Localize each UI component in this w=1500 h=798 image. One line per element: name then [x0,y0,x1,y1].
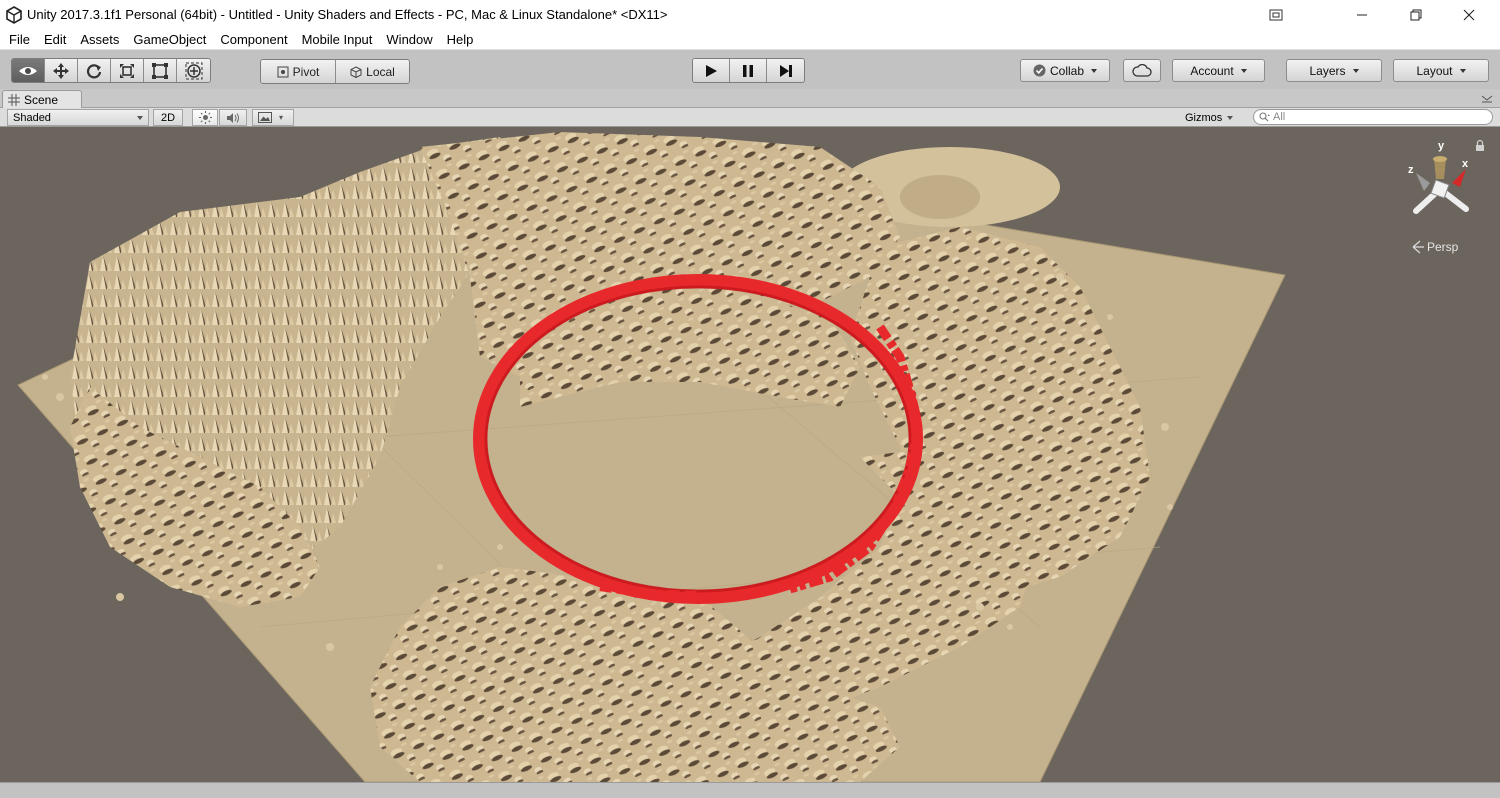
gizmos-dropdown[interactable]: Gizmos [1180,109,1243,126]
pivot-label: Pivot [292,64,320,79]
step-button[interactable] [767,59,804,82]
local-label: Local [366,64,395,79]
scene-viewport[interactable]: y x z Persp [0,127,1500,782]
local-button[interactable]: Local [336,60,409,83]
status-bar [0,782,1500,798]
window-menu-icon[interactable] [1253,0,1299,29]
play-button[interactable] [693,59,730,82]
scene-search-input[interactable]: All [1253,109,1493,125]
pause-button[interactable] [730,59,767,82]
layout-dropdown[interactable]: Layout [1393,59,1489,82]
layout-label: Layout [1416,63,1453,78]
menu-gameobject[interactable]: GameObject [126,32,213,47]
menu-mobile-input[interactable]: Mobile Input [295,32,380,47]
pause-icon [743,64,753,77]
tab-scene[interactable]: Scene [2,90,82,108]
hill-shadow [900,175,980,219]
scale-icon [120,63,134,78]
menu-bar: File Edit Assets GameObject Component Mo… [0,29,1500,49]
minimize-icon[interactable] [1339,0,1385,29]
eye-icon [19,66,37,75]
layers-dropdown[interactable]: Layers [1286,59,1382,82]
gizmo-y-label: y [1438,140,1445,152]
transform-tools [11,58,211,83]
speaker-icon [227,112,239,123]
projection-toggle[interactable]: Persp [1412,240,1459,254]
move-arrows-icon [53,62,69,79]
gizmos-label: Gizmos [1185,111,1223,124]
menu-edit[interactable]: Edit [37,32,73,47]
rotate-icon [86,63,102,78]
rect-tool-icon [152,62,168,79]
gizmo-lock-icon[interactable] [1476,139,1484,152]
shading-mode-dropdown[interactable]: Shaded [7,109,149,126]
menu-component[interactable]: Component [213,32,294,47]
sun-icon [198,111,212,124]
pivot-local-group: Pivot Local [260,59,410,84]
audio-toggle[interactable] [219,109,247,126]
scene-grid-icon [8,93,20,106]
projection-label: Persp [1427,240,1459,254]
transform-tool-button[interactable] [177,59,210,82]
close-icon[interactable] [1446,0,1492,29]
rect-tool-button[interactable] [144,59,177,82]
restore-icon[interactable] [1393,0,1439,29]
pivot-button[interactable]: Pivot [261,60,336,83]
persp-arrow-icon [1412,240,1424,254]
account-dropdown[interactable]: Account [1172,59,1265,82]
orientation-gizmo[interactable]: y x z [1408,140,1469,214]
view-tool-button[interactable] [12,59,45,82]
search-placeholder: All [1273,111,1286,123]
cloud-button[interactable] [1123,59,1161,82]
shading-mode-label: Shaded [13,111,51,124]
menu-file[interactable]: File [2,32,37,47]
transform-all-icon [185,62,202,79]
effects-dropdown[interactable]: ▾ [252,109,294,126]
main-toolbar: Pivot Local Collab Account Layers Layout [0,49,1500,89]
scale-tool-button[interactable] [111,59,144,82]
window-title: Unity 2017.3.1f1 Personal (64bit) - Unti… [27,7,668,22]
play-icon [706,64,717,77]
mode-2d-toggle[interactable]: 2D [153,109,183,126]
gizmo-x-label: x [1462,158,1469,170]
collab-label: Collab [1049,63,1085,78]
collab-check-icon [1033,64,1046,77]
scene-render[interactable]: y x z Persp [0,127,1500,782]
move-tool-button[interactable] [45,59,78,82]
scene-tab-label: Scene [24,92,59,107]
image-effects-icon [258,112,272,123]
menu-help[interactable]: Help [440,32,481,47]
lighting-toggle[interactable] [192,109,218,126]
scene-tab-strip: Scene [0,89,1500,108]
collab-dropdown[interactable]: Collab [1020,59,1110,82]
unity-logo-icon [6,5,22,24]
gizmo-z-label: z [1408,164,1414,176]
pivot-icon [277,66,289,77]
account-label: Account [1190,63,1234,78]
layers-label: Layers [1309,63,1346,78]
cloud-icon [1132,64,1152,77]
menu-assets[interactable]: Assets [73,32,126,47]
panel-menu-icon[interactable] [1480,93,1494,103]
rotate-tool-button[interactable] [78,59,111,82]
playback-controls [692,58,805,83]
mode-2d-label: 2D [160,111,176,124]
search-icon [1259,112,1270,122]
menu-window[interactable]: Window [379,32,439,47]
step-icon [779,64,792,77]
effects-chevron-icon: ▾ [279,113,284,122]
cube-icon [350,65,362,78]
title-bar: Unity 2017.3.1f1 Personal (64bit) - Unti… [0,0,1500,29]
